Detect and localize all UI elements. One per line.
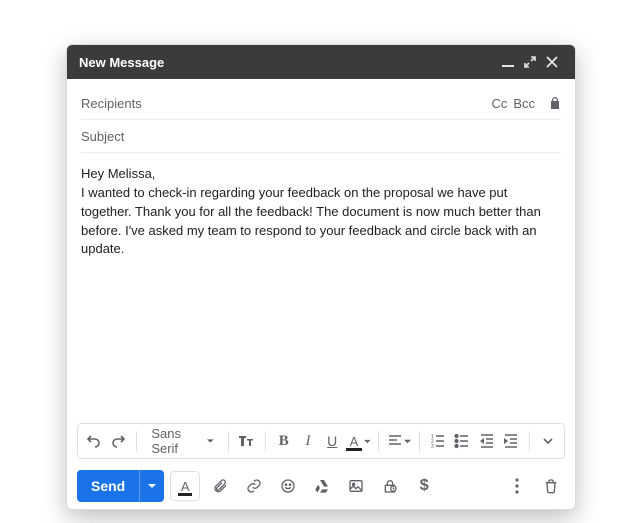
image-icon[interactable]	[342, 472, 370, 500]
bullet-list-icon[interactable]	[452, 428, 472, 454]
more-options-icon[interactable]	[503, 472, 531, 500]
emoji-icon[interactable]	[274, 472, 302, 500]
chevron-down-icon	[207, 437, 214, 445]
formatting-toolbar: Sans Serif B I U A	[77, 423, 565, 459]
toolbar-separator	[419, 431, 420, 451]
chevron-down-icon	[404, 438, 411, 445]
font-size-icon[interactable]	[237, 428, 257, 454]
toolbar-separator	[136, 431, 137, 451]
subject-placeholder: Subject	[81, 129, 561, 144]
toolbar-separator	[228, 431, 229, 451]
body-greeting: Hey Melissa,	[81, 165, 561, 184]
toolbar-separator	[378, 431, 379, 451]
bold-button[interactable]: B	[274, 428, 294, 454]
lock-icon[interactable]	[549, 96, 561, 110]
underline-button[interactable]: U	[322, 428, 342, 454]
money-icon[interactable]: $	[410, 472, 438, 500]
chevron-down-icon	[364, 438, 371, 445]
close-icon[interactable]	[541, 51, 563, 73]
link-icon[interactable]	[240, 472, 268, 500]
send-button[interactable]: Send	[77, 470, 139, 502]
recipients-placeholder: Recipients	[81, 96, 491, 111]
recipients-row[interactable]: Recipients Cc Bcc	[81, 87, 561, 120]
bcc-link[interactable]: Bcc	[513, 96, 535, 111]
formatting-toggle-button[interactable]: A	[170, 471, 200, 501]
text-color-button[interactable]: A	[346, 428, 370, 454]
align-button[interactable]	[387, 428, 411, 454]
message-body[interactable]: Hey Melissa, I wanted to check-in regard…	[67, 153, 575, 423]
undo-icon[interactable]	[84, 428, 104, 454]
minimize-icon[interactable]	[497, 51, 519, 73]
attachment-icon[interactable]	[206, 472, 234, 500]
toolbar-separator	[265, 431, 266, 451]
redo-icon[interactable]	[108, 428, 128, 454]
send-options-button[interactable]	[139, 470, 164, 502]
window-title: New Message	[79, 55, 164, 70]
font-family-label: Sans Serif	[151, 426, 201, 456]
compose-window: New Message Recipients Cc Bcc	[66, 44, 576, 510]
body-paragraph: I wanted to check-in regarding your feed…	[81, 184, 561, 259]
font-family-dropdown[interactable]: Sans Serif	[145, 428, 219, 454]
titlebar: New Message	[67, 45, 575, 79]
italic-button[interactable]: I	[298, 428, 318, 454]
indent-more-icon[interactable]	[501, 428, 521, 454]
chevron-down-icon[interactable]	[538, 428, 558, 454]
subject-row[interactable]: Subject	[81, 120, 561, 153]
confidential-mode-icon[interactable]	[376, 472, 404, 500]
bottom-bar: Send A	[67, 463, 575, 509]
header-fields: Recipients Cc Bcc Subject	[67, 79, 575, 153]
trash-icon[interactable]	[537, 472, 565, 500]
drive-icon[interactable]	[308, 472, 336, 500]
toolbar-separator	[529, 431, 530, 451]
indent-less-icon[interactable]	[476, 428, 496, 454]
cc-link[interactable]: Cc	[491, 96, 507, 111]
expand-icon[interactable]	[519, 51, 541, 73]
numbered-list-icon[interactable]: 123	[428, 428, 448, 454]
send-group: Send	[77, 470, 164, 502]
svg-text:3: 3	[431, 444, 434, 449]
